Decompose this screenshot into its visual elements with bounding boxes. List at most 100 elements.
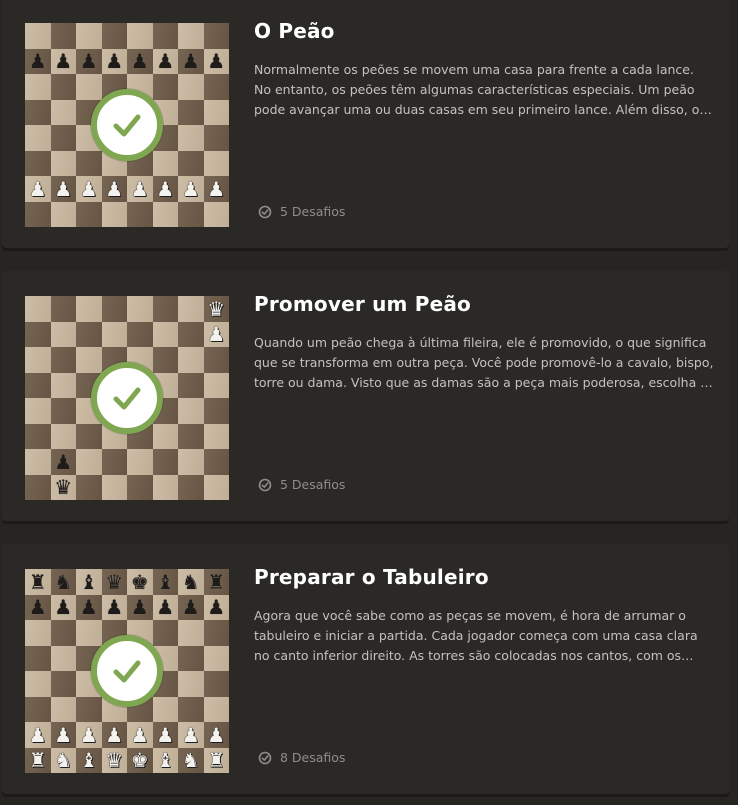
board-square: ♜ [203,569,229,595]
board-square: ♜ [25,747,51,773]
lesson-thumbnail[interactable]: ♜ ♞ ♝ ♛ ♚ ♝ ♞ ♜ ♟ ♟ ♟ ♟ ♟ ♟ ♟ ♟ ♟ ♟ ♟ ♟ ♟ ♟ ♟ ♟ ♜ ♞ ♝ ♛ ♚ ♝ ♞ ♜ [25,569,229,773]
board-square [25,372,51,398]
board-square [178,321,204,347]
black-pawn-icon: ♟ [181,595,200,620]
board-square [101,474,127,500]
board-square: ♟ [152,594,178,620]
board-square [203,645,229,671]
board-square: ♝ [76,569,102,595]
board-square: ♟ [178,594,204,620]
board-square [76,347,102,373]
board-square: ♟ [76,722,102,748]
board-square [25,474,51,500]
board-square [178,645,204,671]
white-pawn-icon: ♟ [105,722,124,747]
board-square [50,150,76,176]
board-square: ♟ [178,48,204,74]
board-square [152,449,178,475]
board-square [178,201,204,227]
board-square: ♟ [101,176,127,202]
white-bishop-icon: ♝ [156,748,175,773]
board-square: ♟ [203,594,229,620]
board-square [178,671,204,697]
board-square [152,201,178,227]
black-king-icon: ♚ [130,569,149,594]
board-square [203,696,229,722]
lesson-title[interactable]: Preparar o Tabuleiro [254,565,489,589]
white-rook-icon: ♜ [207,748,226,773]
board-square: ♟ [127,48,153,74]
board-square [50,74,76,100]
board-square [25,296,51,322]
board-square [25,347,51,373]
board-square [25,398,51,424]
board-square: ♞ [50,569,76,595]
white-pawn-icon: ♟ [54,722,73,747]
board-square: ♟ [25,722,51,748]
board-square [25,201,51,227]
board-square: ♟ [178,176,204,202]
board-square [101,449,127,475]
check-circle-icon [258,205,272,218]
lesson-card[interactable]: ♟ ♟ ♟ ♟ ♟ ♟ ♟ ♟ ♟ ♟ ♟ ♟ ♟ ♟ ♟ ♟ O Peão Normalmente os p… [2,0,729,248]
board-square [203,398,229,424]
board-square [127,23,153,49]
board-square: ♟ [203,722,229,748]
board-square: ♟ [101,48,127,74]
board-square [178,398,204,424]
lesson-card[interactable]: ♛ ♟ ♟ ♛ Promover um Peão Quando um peão che… [2,271,729,521]
white-pawn-icon: ♟ [105,176,124,201]
board-square [25,74,51,100]
lesson-thumbnail[interactable]: ♛ ♟ ♟ ♛ [25,296,229,500]
board-square [25,23,51,49]
board-square [101,321,127,347]
board-square [127,321,153,347]
board-square [50,296,76,322]
board-square [50,620,76,646]
white-bishop-icon: ♝ [79,748,98,773]
white-knight-icon: ♞ [181,748,200,773]
board-square: ♟ [203,48,229,74]
board-square [178,474,204,500]
board-square [203,423,229,449]
checkmark-icon [113,114,141,137]
board-square [50,671,76,697]
white-pawn-icon: ♟ [181,176,200,201]
white-pawn-icon: ♟ [207,722,226,747]
completed-badge [91,635,163,707]
board-square [76,449,102,475]
board-square: ♟ [178,722,204,748]
lesson-card[interactable]: ♜ ♞ ♝ ♛ ♚ ♝ ♞ ♜ ♟ ♟ ♟ ♟ ♟ ♟ ♟ ♟ ♟ ♟ ♟ ♟ ♟ ♟ ♟ ♟ ♜ ♞ ♝ ♛ ♚ ♝ ♞ ♜ Prepara… [2,544,729,794]
black-queen-icon: ♛ [105,569,124,594]
lesson-title[interactable]: Promover um Peão [254,292,471,316]
board-square [50,23,76,49]
board-square: ♟ [50,594,76,620]
white-knight-icon: ♞ [54,748,73,773]
black-bishop-icon: ♝ [156,569,175,594]
board-square: ♛ [203,296,229,322]
board-square: ♟ [127,176,153,202]
board-square: ♞ [50,747,76,773]
board-square [178,347,204,373]
board-square [50,201,76,227]
lesson-description: Agora que você sabe como as peças se mov… [254,608,698,663]
board-square [203,671,229,697]
challenges-count: 8 Desafios [258,750,345,765]
board-square [25,696,51,722]
lesson-thumbnail[interactable]: ♟ ♟ ♟ ♟ ♟ ♟ ♟ ♟ ♟ ♟ ♟ ♟ ♟ ♟ ♟ ♟ [25,23,229,227]
black-pawn-icon: ♟ [28,595,47,620]
board-square [76,296,102,322]
black-pawn-icon: ♟ [28,49,47,74]
lesson-title[interactable]: O Peão [254,19,335,43]
board-square [203,150,229,176]
board-square [127,201,153,227]
board-square [203,99,229,125]
board-square [101,201,127,227]
checkmark-icon [113,660,141,683]
board-square: ♚ [127,747,153,773]
black-pawn-icon: ♟ [181,49,200,74]
board-square [50,125,76,151]
board-square: ♟ [25,594,51,620]
board-square [25,321,51,347]
board-square [152,423,178,449]
